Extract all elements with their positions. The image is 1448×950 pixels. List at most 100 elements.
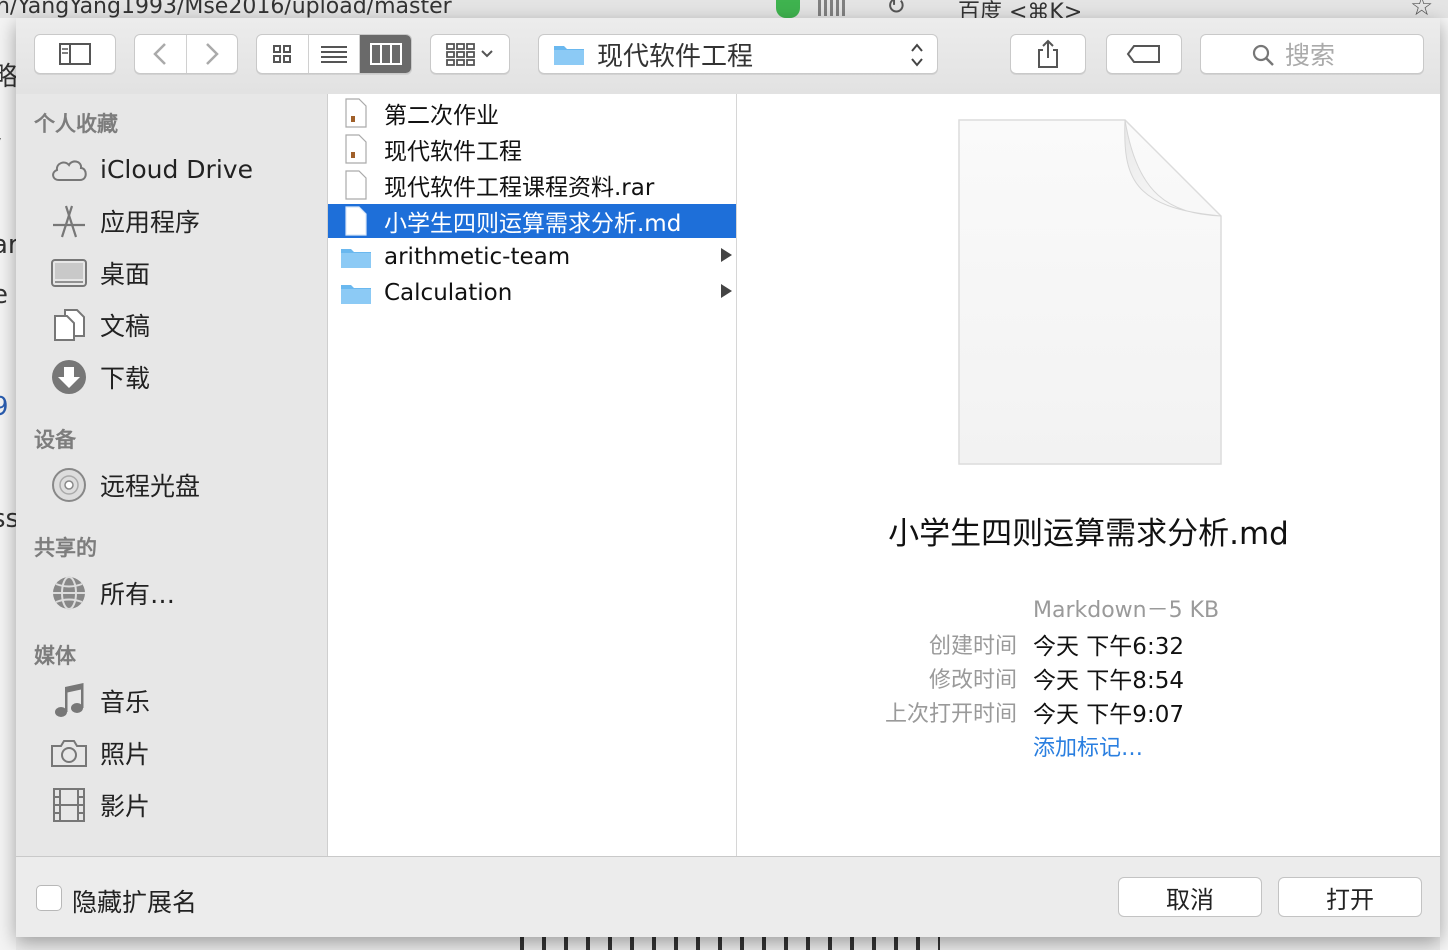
sidebar-item-documents[interactable]: 文稿 (50, 302, 320, 348)
background-fragment: ss (0, 504, 16, 534)
hide-extension-label: 隐藏扩展名 (72, 888, 198, 917)
file-name: 现代软件工程 (384, 139, 522, 165)
open-file-dialog: 现代软件工程 搜索 个人收藏 iCloud Drive 应用程序 桌面 文稿 下… (16, 18, 1440, 937)
group-by-button[interactable] (430, 34, 510, 74)
view-mode-control (256, 34, 412, 74)
meta-last-opened-label: 上次打开时间 (884, 702, 1017, 727)
sidebar-item-movies[interactable]: 影片 (50, 782, 320, 828)
sidebar-item-music[interactable]: 音乐 (50, 678, 320, 724)
location-popup[interactable]: 现代软件工程 (538, 34, 938, 74)
disclosure-arrow-icon (721, 248, 732, 262)
applications-icon (50, 202, 88, 240)
background-browser-toolbar: n/YangYang1993/Mse2016/upload/master ↻ 百… (0, 0, 1448, 19)
folder-row[interactable]: Calculation (328, 276, 736, 310)
sidebar-item-label: 音乐 (100, 688, 151, 717)
sidebar-item-photos[interactable]: 照片 (50, 730, 320, 776)
sidebar-item-label: 应用程序 (100, 208, 201, 237)
folder-name: Calculation (384, 280, 513, 306)
search-icon (1251, 43, 1275, 67)
sidebar-section-media: 媒体 (34, 644, 76, 668)
file-name: 第二次作业 (384, 103, 499, 129)
camera-icon (50, 734, 88, 772)
blank-file-icon (328, 204, 384, 238)
sidebar-item-label: 所有… (100, 580, 176, 609)
sidebar-item-label: 桌面 (100, 260, 151, 289)
sidebar-item-applications[interactable]: 应用程序 (50, 198, 320, 244)
background-url-text: n/YangYang1993/Mse2016/upload/master (0, 0, 452, 19)
document-icon (328, 96, 384, 130)
file-row-selected[interactable]: 小学生四则运算需求分析.md (328, 204, 736, 238)
share-icon (1037, 39, 1059, 69)
back-forward-control (134, 34, 238, 74)
shield-icon (776, 0, 800, 18)
large-document-icon (955, 116, 1225, 472)
disc-icon (50, 466, 88, 504)
background-page-left-edge: 略 / ar e 9 ss (0, 18, 16, 950)
meta-created-label: 创建时间 (928, 634, 1017, 659)
column-view-button[interactable] (360, 35, 411, 73)
background-fragment: 9 (0, 392, 9, 422)
sidebar-toggle-button[interactable] (34, 34, 116, 74)
download-icon (50, 358, 88, 396)
meta-modified-label: 修改时间 (928, 668, 1017, 693)
chevron-left-icon (153, 42, 167, 66)
tag-button[interactable] (1106, 34, 1182, 74)
file-row[interactable]: 第二次作业 (328, 96, 736, 130)
preview-kind-size: Markdown－5 KB (1033, 598, 1220, 623)
qr-code-icon (818, 0, 846, 16)
background-page-bottom (520, 936, 940, 950)
sidebar-section-devices: 设备 (34, 428, 76, 452)
sidebar-item-label: 文稿 (100, 312, 151, 341)
search-field[interactable]: 搜索 (1200, 34, 1424, 74)
columns-icon (369, 43, 402, 65)
add-tag-link[interactable]: 添加标记… (1033, 730, 1143, 762)
sidebar-item-label: 下载 (100, 364, 151, 393)
documents-icon (50, 306, 88, 344)
background-fragment: 略 (0, 62, 16, 92)
sidebar-item-label: 影片 (100, 792, 151, 821)
background-page-right-edge (1440, 18, 1448, 950)
network-icon (50, 574, 88, 612)
hide-extension-checkbox[interactable] (36, 885, 62, 911)
grid-icon (272, 44, 292, 64)
list-view-button[interactable] (309, 35, 361, 73)
file-row[interactable]: 现代软件工程课程资料.rar (328, 168, 736, 202)
share-button[interactable] (1010, 34, 1086, 74)
folder-icon (328, 240, 384, 274)
back-button[interactable] (135, 35, 187, 73)
folder-icon (328, 276, 384, 310)
sidebar-item-desktop[interactable]: 桌面 (50, 250, 320, 296)
folder-icon (553, 42, 585, 66)
tag-icon (1126, 44, 1162, 64)
sidebar-item-all-shared[interactable]: 所有… (50, 570, 320, 616)
meta-created-value: 今天 下午6:32 (1033, 634, 1184, 660)
meta-last-opened-value: 今天 下午9:07 (1033, 702, 1184, 728)
cancel-button[interactable]: 取消 (1118, 877, 1262, 917)
icon-view-button[interactable] (257, 35, 309, 73)
cloud-icon (50, 150, 88, 188)
sidebar-item-icloud-drive[interactable]: iCloud Drive (50, 146, 320, 192)
file-name: 现代软件工程课程资料.rar (384, 175, 655, 201)
file-column: 第二次作业 现代软件工程 现代软件工程课程资料.rar 小学生四则运算需求分析.… (328, 94, 737, 856)
sidebar-item-label: 照片 (100, 740, 151, 769)
background-fragment: / (0, 134, 1, 164)
background-search-text: 百度 <⌘K> (958, 0, 1083, 19)
sidebar-item-downloads[interactable]: 下载 (50, 354, 320, 400)
sidebar-section-favorites: 个人收藏 (34, 112, 118, 136)
sidebar-item-remote-disc[interactable]: 远程光盘 (50, 462, 320, 508)
blank-file-icon (328, 168, 384, 202)
open-button[interactable]: 打开 (1278, 877, 1422, 917)
dialog-footer: 隐藏扩展名 取消 打开 (16, 856, 1440, 937)
chevron-right-icon (205, 42, 219, 66)
sidebar-item-label: iCloud Drive (100, 154, 253, 184)
forward-button[interactable] (187, 35, 238, 73)
disclosure-arrow-icon (721, 284, 732, 298)
up-down-chevron-icon (909, 41, 925, 69)
file-row[interactable]: 现代软件工程 (328, 132, 736, 166)
background-fragment: ar (0, 230, 16, 260)
music-icon (50, 682, 88, 720)
file-name: 小学生四则运算需求分析.md (384, 211, 682, 237)
desktop-icon (50, 254, 88, 292)
folder-name: arithmetic-team (384, 244, 571, 270)
folder-row[interactable]: arithmetic-team (328, 240, 736, 274)
